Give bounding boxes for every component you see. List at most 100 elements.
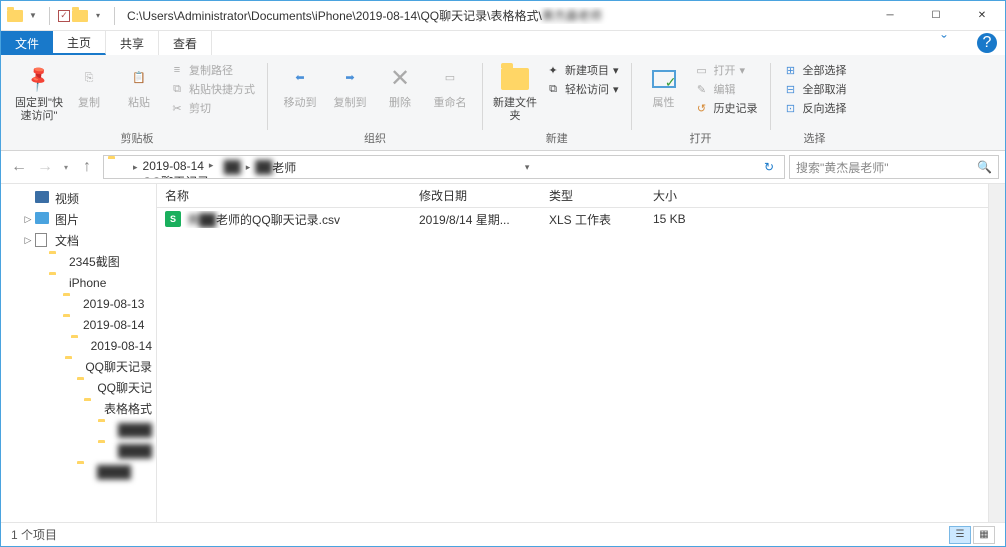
group-select: ⊞全部选择 ⊟全部取消 ⊡反向选择 选择 — [771, 59, 859, 150]
dropdown-icon[interactable]: ▾ — [90, 8, 106, 24]
new-folder-button[interactable]: 新建文件夹 — [491, 59, 539, 123]
tree-icon — [35, 233, 51, 249]
checkbox-icon[interactable]: ✓ — [58, 10, 70, 22]
breadcrumb-bar[interactable]: ▸ 文档▸iPhone▸2019-08-14▸QQ聊天记录▸表格格式▸ ██▸ … — [103, 155, 785, 179]
nav-forward-button[interactable]: → — [33, 155, 57, 179]
tab-file[interactable]: 文件 — [1, 31, 53, 55]
group-label: 组织 — [364, 128, 386, 150]
history-button[interactable]: ↺历史记录 — [690, 99, 762, 117]
paste-button[interactable]: 📋 粘贴 — [115, 59, 163, 110]
cut-button[interactable]: ✂剪切 — [165, 99, 259, 117]
group-label: 新建 — [546, 128, 568, 150]
address-dropdown-icon[interactable]: ▾ — [519, 162, 536, 173]
tree-node[interactable]: ▷图片 — [1, 209, 156, 230]
maximize-button[interactable]: ☐ — [913, 1, 959, 31]
copy-path-button[interactable]: ≡复制路径 — [165, 61, 259, 79]
window-controls: ─ ☐ ✕ — [867, 1, 1005, 31]
tree-node[interactable]: ▷文档 — [1, 230, 156, 251]
refresh-icon[interactable]: ↻ — [758, 160, 780, 174]
column-size[interactable]: 大小 — [645, 187, 735, 204]
close-button[interactable]: ✕ — [959, 1, 1005, 31]
copy-button[interactable]: ⎘ 复制 — [65, 59, 113, 110]
tree-node[interactable]: ████ — [1, 461, 156, 482]
column-date[interactable]: 修改日期 — [411, 187, 541, 204]
icons-view-button[interactable]: ▦ — [973, 526, 995, 544]
new-item-button[interactable]: ✦新建项目 ▾ — [541, 61, 623, 79]
tree-node[interactable]: iPhone — [1, 272, 156, 293]
tree-node[interactable]: QQ聊天记 — [1, 377, 156, 398]
tree-node[interactable]: 2019-08-14 — [1, 335, 156, 356]
minimize-button[interactable]: ─ — [867, 1, 913, 31]
nav-recent-button[interactable]: ▾ — [59, 155, 73, 179]
column-headers: 名称 修改日期 类型 大小 — [157, 184, 988, 208]
tree-node[interactable]: ████ — [1, 419, 156, 440]
tree-node[interactable]: 2019-08-14 — [1, 314, 156, 335]
file-rows: S黄██老师的QQ聊天记录.csv 2019/8/14 星期... XLS 工作… — [157, 208, 988, 522]
breadcrumb-root-chevron[interactable]: ▸ — [128, 162, 143, 173]
pin-quick-access-button[interactable]: 📌 固定到"快速访问" — [15, 59, 63, 123]
breadcrumb-item[interactable]: 2019-08-14▸ — [143, 159, 224, 173]
down-arrow-icon[interactable]: ▼ — [25, 8, 41, 24]
quick-access-toolbar: ▼ ✓ ▾ — [1, 7, 127, 25]
nav-back-button[interactable]: ← — [7, 155, 31, 179]
ribbon-collapse-icon[interactable]: ˇ — [919, 31, 969, 55]
scissors-icon: ✂ — [169, 100, 185, 116]
copy-to-icon: ➡ — [334, 63, 366, 95]
tree-icon — [35, 191, 51, 207]
breadcrumb-item[interactable]: ██老师 — [255, 159, 296, 176]
folder-icon — [108, 159, 124, 175]
invert-icon: ⊡ — [783, 100, 799, 116]
select-all-button[interactable]: ⊞全部选择 — [779, 61, 851, 79]
invert-selection-button[interactable]: ⊡反向选择 — [779, 99, 851, 117]
move-to-button[interactable]: ⬅移动到 — [276, 59, 324, 110]
copy-icon: ⎘ — [73, 63, 105, 95]
main-area: 视频▷图片▷文档2345截图iPhone2019-08-132019-08-14… — [1, 184, 1005, 522]
separator — [114, 7, 115, 25]
easy-access-icon: ⧉ — [545, 81, 561, 97]
nav-up-button[interactable]: ↑ — [75, 155, 99, 179]
navigation-tree[interactable]: 视频▷图片▷文档2345截图iPhone2019-08-132019-08-14… — [1, 184, 157, 522]
new-item-icon: ✦ — [545, 62, 561, 78]
group-label: 选择 — [804, 128, 826, 150]
search-icon: 🔍 — [977, 160, 992, 174]
delete-button[interactable]: ✕删除 — [376, 59, 424, 110]
breadcrumb-item[interactable]: QQ聊天记录▸ — [143, 173, 224, 180]
tab-home[interactable]: 主页 — [53, 31, 106, 55]
breadcrumb-item[interactable]: ██▸ — [224, 160, 256, 174]
tree-node[interactable]: 2345截图 — [1, 251, 156, 272]
group-open: 属性 ▭打开 ▾ ✎编辑 ↺历史记录 打开 — [632, 59, 770, 150]
group-label: 剪贴板 — [121, 128, 154, 150]
vertical-scrollbar[interactable] — [988, 184, 1005, 522]
tab-view[interactable]: 查看 — [159, 31, 212, 55]
tab-share[interactable]: 共享 — [106, 31, 159, 55]
help-icon[interactable]: ? — [977, 33, 997, 53]
open-button[interactable]: ▭打开 ▾ — [690, 61, 762, 79]
tree-node[interactable]: QQ聊天记录 — [1, 356, 156, 377]
history-icon: ↺ — [694, 100, 710, 116]
tree-node[interactable]: 表格格式 — [1, 398, 156, 419]
rename-button[interactable]: ▭重命名 — [426, 59, 474, 110]
copy-to-button[interactable]: ➡复制到 — [326, 59, 374, 110]
group-new: 新建文件夹 ✦新建项目 ▾ ⧉轻松访问 ▾ 新建 — [483, 59, 631, 150]
select-none-button[interactable]: ⊟全部取消 — [779, 80, 851, 98]
properties-button[interactable]: 属性 — [640, 59, 688, 110]
tree-icon — [63, 296, 79, 312]
tree-node[interactable]: 2019-08-13 — [1, 293, 156, 314]
folder-icon — [72, 8, 88, 24]
tree-icon — [84, 401, 100, 417]
column-name[interactable]: 名称 — [157, 187, 411, 204]
move-icon: ⬅ — [284, 63, 316, 95]
edit-button[interactable]: ✎编辑 — [690, 80, 762, 98]
tree-icon — [65, 359, 81, 375]
easy-access-button[interactable]: ⧉轻松访问 ▾ — [541, 80, 623, 98]
tree-node[interactable]: ████ — [1, 440, 156, 461]
status-bar: 1 个项目 ☰ ▦ — [1, 522, 1005, 546]
paste-shortcut-button[interactable]: ⧉粘贴快捷方式 — [165, 80, 259, 98]
new-folder-icon — [499, 63, 531, 95]
tree-node[interactable]: 视频 — [1, 188, 156, 209]
path-icon: ≡ — [169, 62, 185, 78]
search-input[interactable]: 搜索"黄杰晨老师" 🔍 — [789, 155, 999, 179]
details-view-button[interactable]: ☰ — [949, 526, 971, 544]
file-row[interactable]: S黄██老师的QQ聊天记录.csv 2019/8/14 星期... XLS 工作… — [157, 208, 988, 230]
column-type[interactable]: 类型 — [541, 187, 645, 204]
